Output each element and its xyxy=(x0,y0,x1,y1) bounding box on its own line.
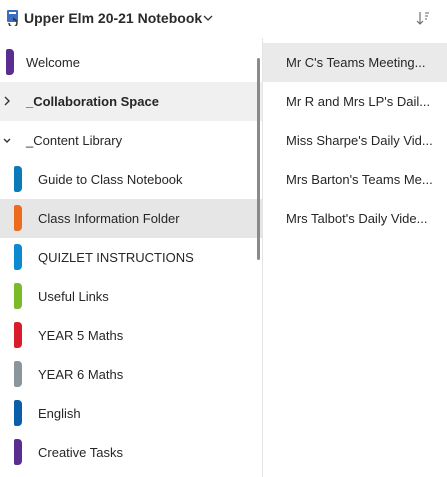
section-class-information-folder[interactable]: Class Information Folder xyxy=(0,199,262,238)
page-title: Mrs Barton's Teams Me... xyxy=(286,172,433,187)
section-label: Creative Tasks xyxy=(38,445,124,460)
section-group-collaboration-space[interactable]: _Collaboration Space xyxy=(0,82,262,121)
sort-icon[interactable] xyxy=(416,10,430,26)
section-guide-to-class-notebook[interactable]: Guide to Class Notebook xyxy=(0,160,262,199)
section-label: English xyxy=(38,406,81,421)
chevron-down-icon[interactable] xyxy=(2,133,12,147)
page-title: Mrs Talbot's Daily Vide... xyxy=(286,211,428,226)
section-label: Class Information Folder xyxy=(38,211,180,226)
page-item[interactable]: Mr R and Mrs LP's Dail... xyxy=(263,82,447,121)
section-group-label: _Content Library xyxy=(26,133,123,148)
section-label: QUIZLET INSTRUCTIONS xyxy=(38,250,194,265)
section-label: Guide to Class Notebook xyxy=(38,172,183,187)
chevron-down-icon[interactable] xyxy=(203,13,213,23)
section-useful-links[interactable]: Useful Links xyxy=(0,277,262,316)
onenote-sync-icon xyxy=(7,10,18,26)
section-color-tab xyxy=(14,205,22,231)
section-color-tab xyxy=(14,322,22,348)
notebook-title[interactable]: Upper Elm 20-21 Notebook xyxy=(24,10,202,26)
section-list: Welcome _Collaboration Space _Content Li… xyxy=(0,43,262,477)
chevron-right-icon[interactable] xyxy=(2,94,12,108)
page-item[interactable]: Mr C's Teams Meeting... xyxy=(263,43,447,82)
section-color-tab xyxy=(6,49,14,75)
section-welcome[interactable]: Welcome xyxy=(0,43,262,82)
page-item[interactable]: Miss Sharpe's Daily Vid... xyxy=(263,121,447,160)
section-color-tab xyxy=(14,439,22,465)
page-item[interactable]: Mrs Talbot's Daily Vide... xyxy=(263,199,447,238)
page-title: Mr R and Mrs LP's Dail... xyxy=(286,94,431,109)
page-item[interactable]: Mrs Barton's Teams Me... xyxy=(263,160,447,199)
section-group-content-library[interactable]: _Content Library xyxy=(0,121,262,160)
section-color-tab xyxy=(14,361,22,387)
section-color-tab xyxy=(14,400,22,426)
section-quizlet-instructions[interactable]: QUIZLET INSTRUCTIONS xyxy=(0,238,262,277)
section-list-scrollbar[interactable] xyxy=(257,58,260,260)
section-label: YEAR 6 Maths xyxy=(38,367,124,382)
page-title: Mr C's Teams Meeting... xyxy=(286,55,426,70)
section-color-tab xyxy=(14,283,22,309)
section-color-tab xyxy=(14,166,22,192)
section-english[interactable]: English xyxy=(0,394,262,433)
section-label: Welcome xyxy=(26,55,80,70)
page-list: Mr C's Teams Meeting... Mr R and Mrs LP'… xyxy=(263,43,447,477)
section-group-label: _Collaboration Space xyxy=(26,94,159,109)
section-label: Useful Links xyxy=(38,289,109,304)
section-label: YEAR 5 Maths xyxy=(38,328,124,343)
section-creative-tasks[interactable]: Creative Tasks xyxy=(0,433,262,472)
section-year-5-maths[interactable]: YEAR 5 Maths xyxy=(0,316,262,355)
section-year-6-maths[interactable]: YEAR 6 Maths xyxy=(0,355,262,394)
section-color-tab xyxy=(14,244,22,270)
notebook-header: Upper Elm 20-21 Notebook xyxy=(0,0,447,38)
page-title: Miss Sharpe's Daily Vid... xyxy=(286,133,433,148)
